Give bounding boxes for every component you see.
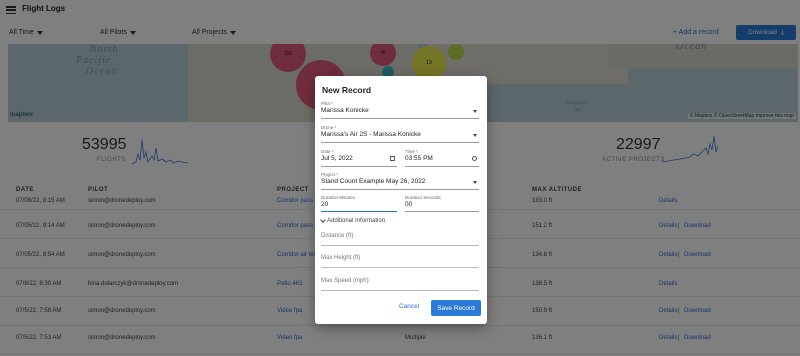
caret-down-icon bbox=[473, 181, 477, 184]
additional-info-label: Additional Information bbox=[327, 218, 386, 224]
date-field[interactable]: Date * Jul 5, 2022 bbox=[321, 149, 397, 167]
field-underline bbox=[321, 166, 397, 167]
dialog-title: New Record bbox=[322, 85, 372, 95]
field-underline bbox=[321, 118, 479, 119]
time-value: 03:55 PM bbox=[405, 155, 433, 162]
save-record-label: Save Record bbox=[437, 304, 475, 312]
calendar-icon[interactable] bbox=[390, 156, 395, 161]
max-height-input[interactable]: Max Height (ft) bbox=[321, 254, 479, 268]
pilot-select[interactable]: Pilot * Marissa Konicke bbox=[321, 101, 479, 119]
project-select[interactable]: Project * Stand Count Example May 26, 20… bbox=[321, 172, 479, 190]
duration-minutes-input[interactable]: Duration Minutes 20 bbox=[321, 195, 397, 212]
save-record-button[interactable]: Save Record bbox=[431, 300, 481, 316]
max-speed-placeholder: Max Speed (mph) bbox=[321, 278, 369, 284]
field-underline bbox=[321, 142, 479, 143]
clock-icon[interactable] bbox=[472, 156, 477, 161]
date-value: Jul 5, 2022 bbox=[321, 155, 353, 162]
caret-down-icon bbox=[473, 110, 477, 113]
caret-down-icon bbox=[473, 134, 477, 137]
duration-seconds-value: 00 bbox=[405, 201, 413, 208]
chevron-down-icon bbox=[320, 217, 326, 223]
field-underline bbox=[321, 189, 479, 190]
pilot-value: Marissa Konicke bbox=[321, 107, 369, 114]
additional-info-toggle[interactable]: Additional Information bbox=[320, 217, 386, 224]
drone-value: Marissa's Air 2S - Marissa Konicke bbox=[321, 131, 421, 138]
cancel-button[interactable]: Cancel bbox=[399, 303, 419, 310]
max-speed-input[interactable]: Max Speed (mph) bbox=[321, 277, 479, 291]
time-field[interactable]: Time * 03:55 PM bbox=[405, 149, 479, 167]
drone-select[interactable]: Drone * Marissa's Air 2S - Marissa Konic… bbox=[321, 125, 479, 143]
max-height-placeholder: Max Height (ft) bbox=[321, 255, 361, 261]
duration-seconds-input[interactable]: Duration Seconds 00 bbox=[405, 195, 479, 212]
field-underline bbox=[405, 166, 479, 167]
field-underline-active bbox=[321, 210, 397, 212]
distance-input[interactable]: Distance (ft) bbox=[321, 232, 479, 246]
project-value: Stand Count Example May 26, 2022 bbox=[321, 178, 426, 185]
distance-placeholder: Distance (ft) bbox=[321, 233, 354, 239]
duration-minutes-value: 20 bbox=[321, 201, 329, 208]
new-record-dialog: New Record Pilot * Marissa Konicke Drone… bbox=[315, 76, 487, 324]
field-underline bbox=[405, 211, 479, 212]
